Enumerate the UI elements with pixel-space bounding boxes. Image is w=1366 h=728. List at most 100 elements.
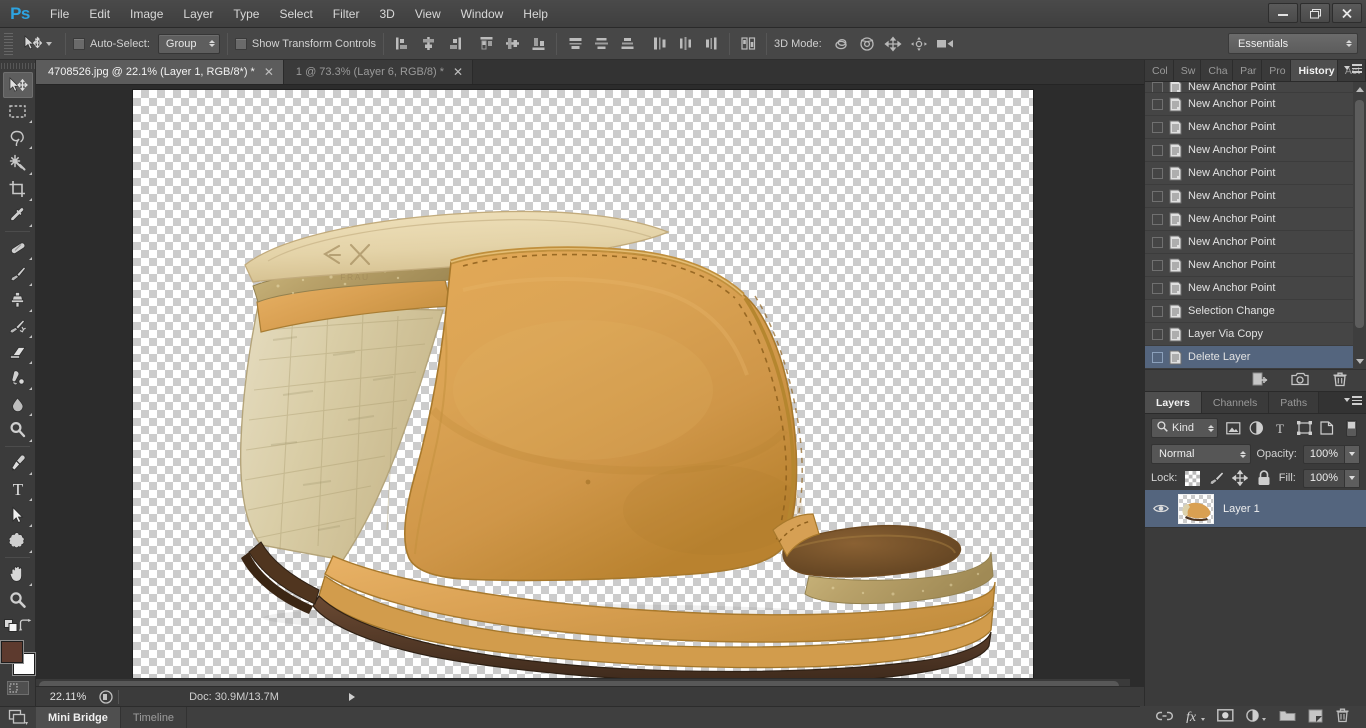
menu-view[interactable]: View bbox=[405, 0, 451, 28]
eraser-tool[interactable] bbox=[3, 339, 33, 365]
current-tool-preset[interactable] bbox=[17, 32, 56, 56]
menu-image[interactable]: Image bbox=[120, 0, 173, 28]
distribute-right-edges-icon[interactable] bbox=[700, 33, 722, 55]
foreground-color-swatch[interactable] bbox=[1, 641, 23, 663]
distribute-vertical-centers-icon[interactable] bbox=[590, 33, 612, 55]
move-tool[interactable] bbox=[3, 72, 33, 98]
align-left-edges-icon[interactable] bbox=[391, 33, 413, 55]
bottom-tab-timeline[interactable]: Timeline bbox=[121, 707, 187, 728]
history-item[interactable]: New Anchor Point bbox=[1145, 231, 1366, 254]
tab-paths[interactable]: Paths bbox=[1269, 392, 1319, 413]
fill-field[interactable]: 100% bbox=[1303, 469, 1360, 488]
tab-swatches[interactable]: Sw bbox=[1174, 60, 1202, 81]
history-state-checkbox[interactable] bbox=[1152, 168, 1163, 179]
align-vertical-centers-icon[interactable] bbox=[501, 33, 523, 55]
tab-layers[interactable]: Layers bbox=[1145, 392, 1202, 413]
tool-preset-chevron-down-icon[interactable] bbox=[46, 42, 52, 46]
history-state-checkbox[interactable] bbox=[1152, 329, 1163, 340]
lock-position-icon[interactable] bbox=[1232, 470, 1248, 487]
menu-3d[interactable]: 3D bbox=[369, 0, 404, 28]
tab-color[interactable]: Col bbox=[1145, 60, 1174, 81]
distribute-horizontal-centers-icon[interactable] bbox=[674, 33, 696, 55]
delete-state-icon[interactable] bbox=[1332, 372, 1348, 390]
rotate-3d-object-icon[interactable] bbox=[830, 33, 852, 55]
layer-filter-kind-dropdown[interactable]: Kind bbox=[1151, 418, 1218, 438]
align-bottom-edges-icon[interactable] bbox=[527, 33, 549, 55]
close-button[interactable] bbox=[1332, 3, 1362, 23]
launch-bridge-icon[interactable] bbox=[0, 707, 36, 728]
history-scrollbar[interactable] bbox=[1353, 82, 1366, 369]
align-right-edges-icon[interactable] bbox=[443, 33, 465, 55]
chevron-down-icon[interactable] bbox=[1344, 470, 1359, 487]
scroll-down-arrow-icon[interactable] bbox=[1356, 359, 1364, 364]
eyedropper-tool[interactable] bbox=[3, 202, 33, 228]
link-layers-icon[interactable] bbox=[1156, 710, 1173, 725]
bottom-tab-mini-bridge[interactable]: Mini Bridge bbox=[36, 707, 121, 728]
horizontal-type-tool[interactable]: T bbox=[3, 476, 33, 502]
document-tab-0[interactable]: 4708526.jpg @ 22.1% (Layer 1, RGB/8*) * … bbox=[36, 60, 284, 84]
lock-all-icon[interactable] bbox=[1255, 470, 1271, 487]
swap-foreground-background-icon[interactable] bbox=[19, 619, 32, 635]
rectangular-marquee-tool[interactable] bbox=[3, 98, 33, 124]
crop-tool[interactable] bbox=[3, 176, 33, 202]
history-state-checkbox[interactable] bbox=[1152, 352, 1163, 363]
quick-selection-tool[interactable] bbox=[3, 150, 33, 176]
roll-3d-object-icon[interactable] bbox=[856, 33, 878, 55]
distribute-top-edges-icon[interactable] bbox=[564, 33, 586, 55]
zoom-level-field[interactable]: 22.11% bbox=[42, 689, 94, 705]
canvas-area[interactable]: FRAU bbox=[36, 85, 1144, 688]
menu-filter[interactable]: Filter bbox=[323, 0, 370, 28]
tab-channels[interactable]: Channels bbox=[1202, 392, 1269, 413]
pen-tool[interactable] bbox=[3, 450, 33, 476]
opacity-field[interactable]: 100% bbox=[1303, 445, 1360, 464]
close-icon[interactable]: ✕ bbox=[264, 66, 274, 78]
blend-mode-dropdown[interactable]: Normal bbox=[1151, 444, 1251, 464]
clone-stamp-tool[interactable] bbox=[3, 287, 33, 313]
history-state-checkbox[interactable] bbox=[1152, 145, 1163, 156]
distribute-bottom-edges-icon[interactable] bbox=[616, 33, 638, 55]
history-item[interactable]: Selection Change bbox=[1145, 300, 1366, 323]
auto-select-checkbox[interactable] bbox=[73, 38, 85, 50]
history-state-checkbox[interactable] bbox=[1152, 283, 1163, 294]
new-document-from-state-icon[interactable] bbox=[1252, 372, 1269, 390]
lock-image-pixels-icon[interactable] bbox=[1208, 470, 1225, 487]
slide-3d-object-icon[interactable] bbox=[908, 33, 930, 55]
history-state-checkbox[interactable] bbox=[1152, 82, 1163, 93]
new-fill-adjustment-layer-icon[interactable] bbox=[1245, 709, 1267, 726]
custom-shape-tool[interactable] bbox=[3, 528, 33, 554]
history-item[interactable]: Layer Via Copy bbox=[1145, 323, 1366, 346]
zoom-tool[interactable] bbox=[3, 587, 33, 613]
delete-layer-icon[interactable] bbox=[1335, 708, 1350, 726]
align-top-edges-icon[interactable] bbox=[475, 33, 497, 55]
chevron-down-icon[interactable] bbox=[1344, 446, 1359, 463]
history-item[interactable]: New Anchor Point bbox=[1145, 93, 1366, 116]
history-state-checkbox[interactable] bbox=[1152, 306, 1163, 317]
history-state-checkbox[interactable] bbox=[1152, 122, 1163, 133]
layer-list[interactable]: Layer 1 bbox=[1145, 490, 1366, 670]
history-state-checkbox[interactable] bbox=[1152, 191, 1163, 202]
history-item[interactable]: New Anchor Point bbox=[1145, 116, 1366, 139]
tools-panel-grip[interactable] bbox=[0, 60, 35, 72]
history-item[interactable]: New Anchor Point bbox=[1145, 139, 1366, 162]
default-foreground-background-icon[interactable] bbox=[4, 619, 18, 635]
filter-type-layers-icon[interactable]: T bbox=[1272, 419, 1290, 438]
auto-align-layers-icon[interactable] bbox=[737, 33, 759, 55]
quick-mask-mode-icon[interactable] bbox=[7, 681, 29, 698]
brush-tool[interactable] bbox=[3, 261, 33, 287]
tab-history[interactable]: History bbox=[1291, 60, 1337, 81]
history-state-checkbox[interactable] bbox=[1152, 237, 1163, 248]
align-horizontal-centers-icon[interactable] bbox=[417, 33, 439, 55]
history-state-checkbox[interactable] bbox=[1152, 99, 1163, 110]
pan-3d-object-icon[interactable] bbox=[882, 33, 904, 55]
scrollbar-thumb[interactable] bbox=[1355, 100, 1364, 328]
filter-pixel-layers-icon[interactable] bbox=[1224, 419, 1242, 438]
menu-help[interactable]: Help bbox=[513, 0, 558, 28]
lock-transparent-pixels-icon[interactable] bbox=[1184, 470, 1200, 487]
filter-adjustment-layers-icon[interactable] bbox=[1248, 419, 1266, 438]
distribute-left-edges-icon[interactable] bbox=[648, 33, 670, 55]
workspace-selector[interactable]: Essentials bbox=[1228, 33, 1358, 54]
hand-tool[interactable] bbox=[3, 561, 33, 587]
menu-type[interactable]: Type bbox=[223, 0, 269, 28]
restore-button[interactable] bbox=[1300, 3, 1330, 23]
expand-arrow-icon[interactable] bbox=[349, 693, 355, 701]
